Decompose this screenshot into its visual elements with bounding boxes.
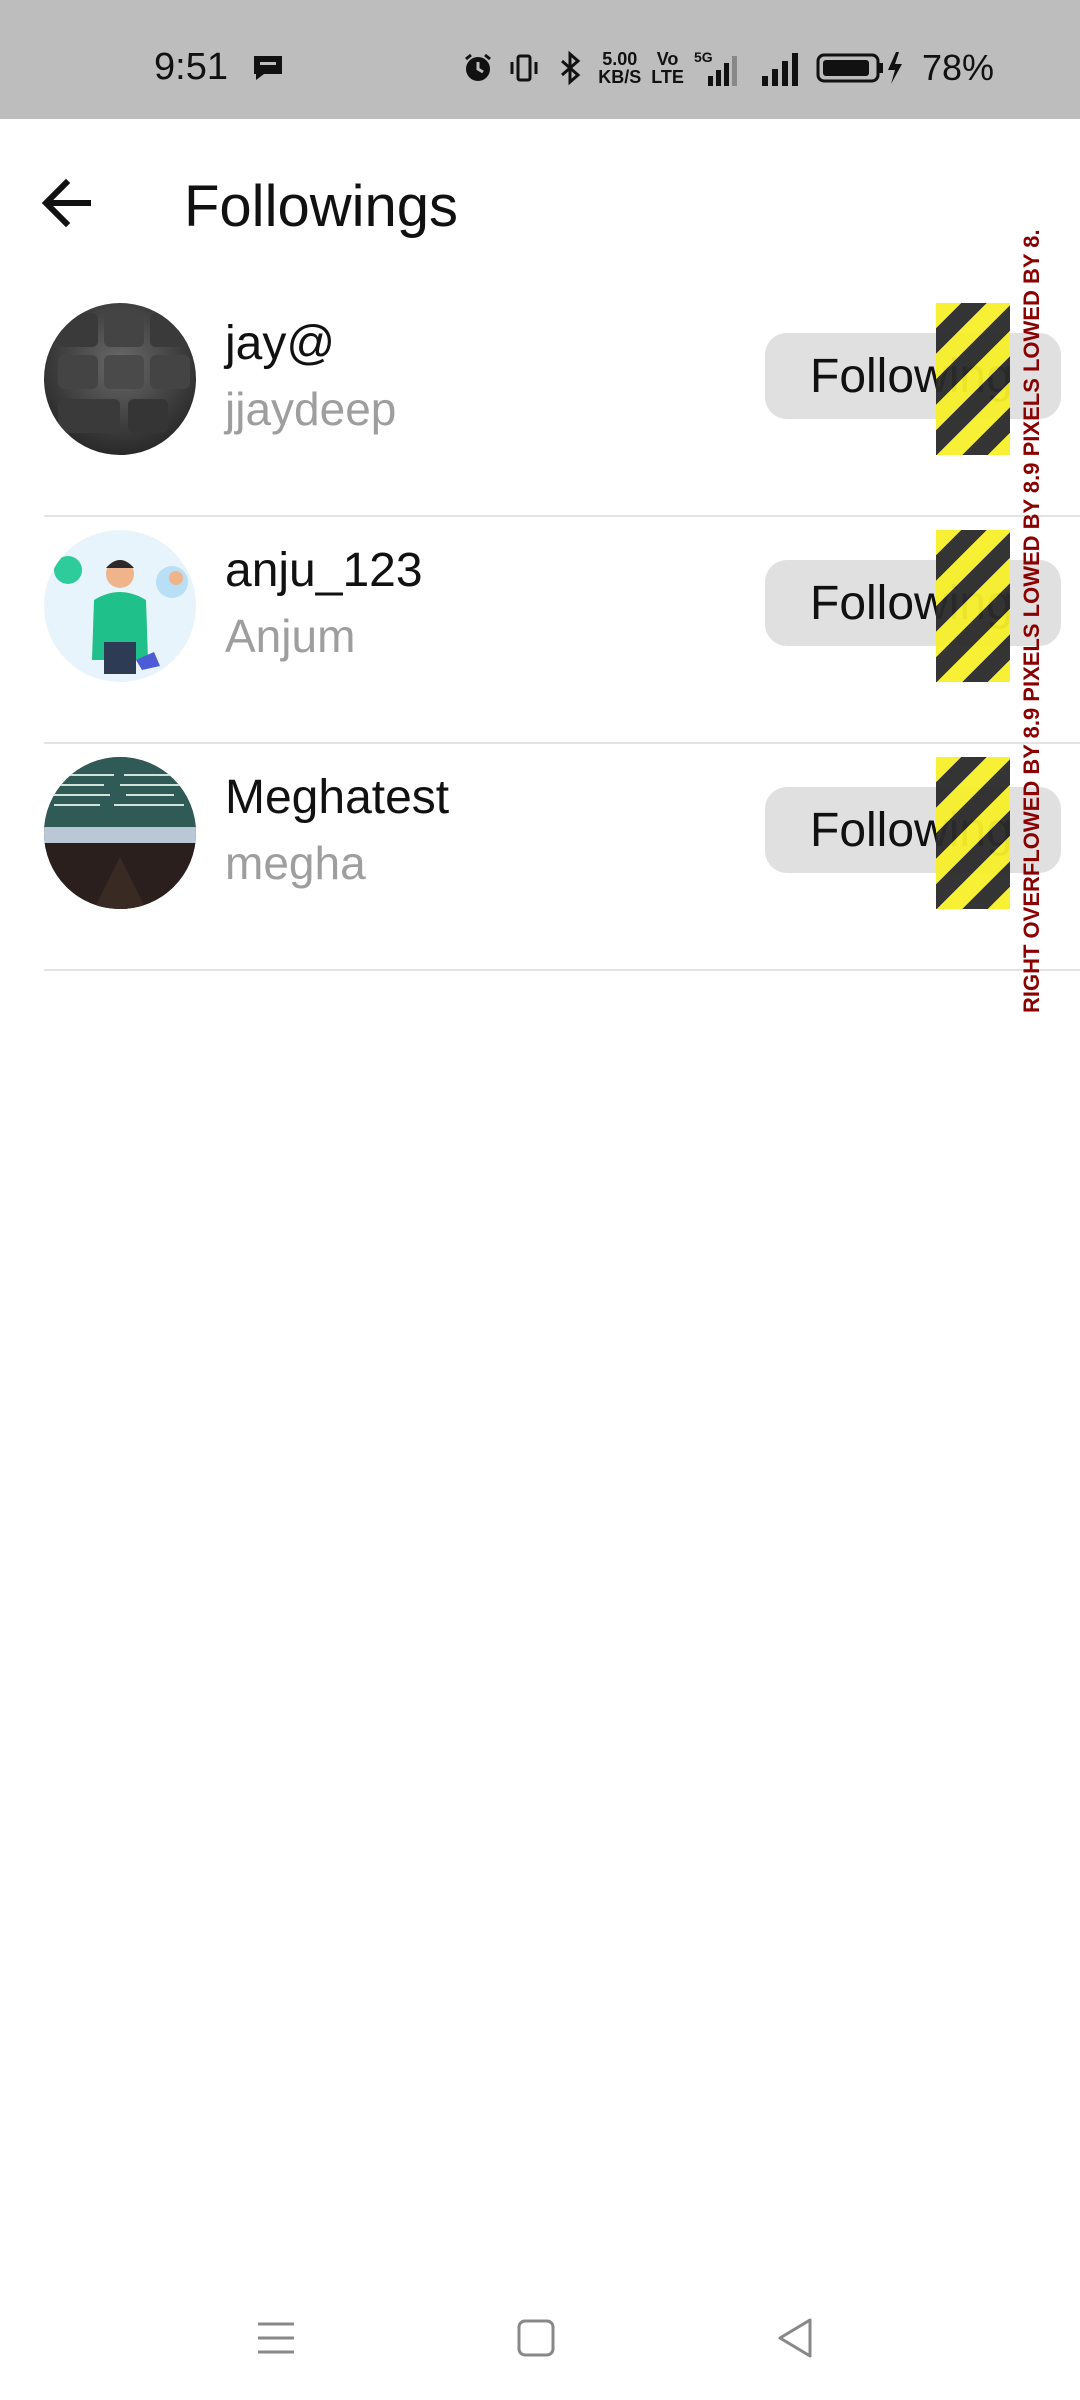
overflow-warning-stripe — [936, 530, 1010, 682]
triangle-back-icon[interactable] — [766, 2308, 826, 2368]
vibrate-icon — [506, 48, 542, 88]
display-name: jjaydeep — [225, 383, 397, 435]
speed-unit: KB/S — [598, 67, 642, 87]
back-button[interactable] — [36, 171, 100, 235]
battery-percentage: 78% — [921, 47, 994, 88]
username: Meghatest — [225, 771, 450, 824]
message-icon — [254, 56, 282, 80]
network-speed: 5.00 KB/S — [598, 50, 641, 86]
signal-icon — [760, 48, 806, 88]
battery-icon — [816, 48, 906, 88]
overflow-debug-text: RIGHT OVERFLOWED BY 8.9 PIXELS LOWED BY … — [1019, 229, 1044, 1013]
speed-value: 5.00 — [602, 49, 638, 69]
status-icons: 5.00 KB/S Vo LTE 5G 78% — [460, 46, 994, 90]
display-name: megha — [225, 837, 366, 889]
volte-indicator: Vo LTE — [651, 50, 684, 86]
overflow-warning-stripe — [936, 757, 1010, 909]
username: anju_123 — [225, 544, 423, 597]
avatar[interactable] — [44, 303, 196, 455]
status-bar: 9:51 5.00 KB/S Vo LTE 5G 78% — [0, 0, 1080, 119]
app-bar: Followings — [0, 119, 1080, 289]
following-row[interactable]: anju_123 Anjum Following — [0, 517, 1080, 744]
bluetooth-icon — [552, 48, 588, 88]
avatar[interactable] — [44, 757, 196, 909]
square-icon[interactable] — [506, 2308, 566, 2368]
menu-icon[interactable] — [246, 2308, 306, 2368]
page-title: Followings — [184, 174, 458, 239]
following-row[interactable]: Meghatest megha Following — [0, 744, 1080, 971]
display-name: Anjum — [225, 610, 356, 662]
overflow-debug-label: RIGHT OVERFLOWED BY 8.9 PIXELS LOWED BY … — [1012, 229, 1052, 1020]
network-type: 5G — [694, 49, 713, 65]
following-row[interactable]: jay@ jjaydeep Following — [0, 290, 1080, 517]
system-nav-bar — [0, 2280, 1080, 2400]
arrow-left-icon — [41, 178, 91, 228]
status-time: 9:51 — [154, 46, 228, 88]
volte-top: Vo — [656, 49, 679, 69]
username: jay@ — [225, 317, 336, 370]
divider — [44, 969, 1080, 971]
volte-bottom: LTE — [651, 67, 684, 87]
overflow-warning-stripe — [936, 303, 1010, 455]
followings-list: jay@ jjaydeep Following anju_123 Anjum F… — [0, 290, 1080, 971]
avatar[interactable] — [44, 530, 196, 682]
alarm-icon — [460, 48, 496, 88]
signal-5g-icon: 5G — [694, 48, 750, 88]
